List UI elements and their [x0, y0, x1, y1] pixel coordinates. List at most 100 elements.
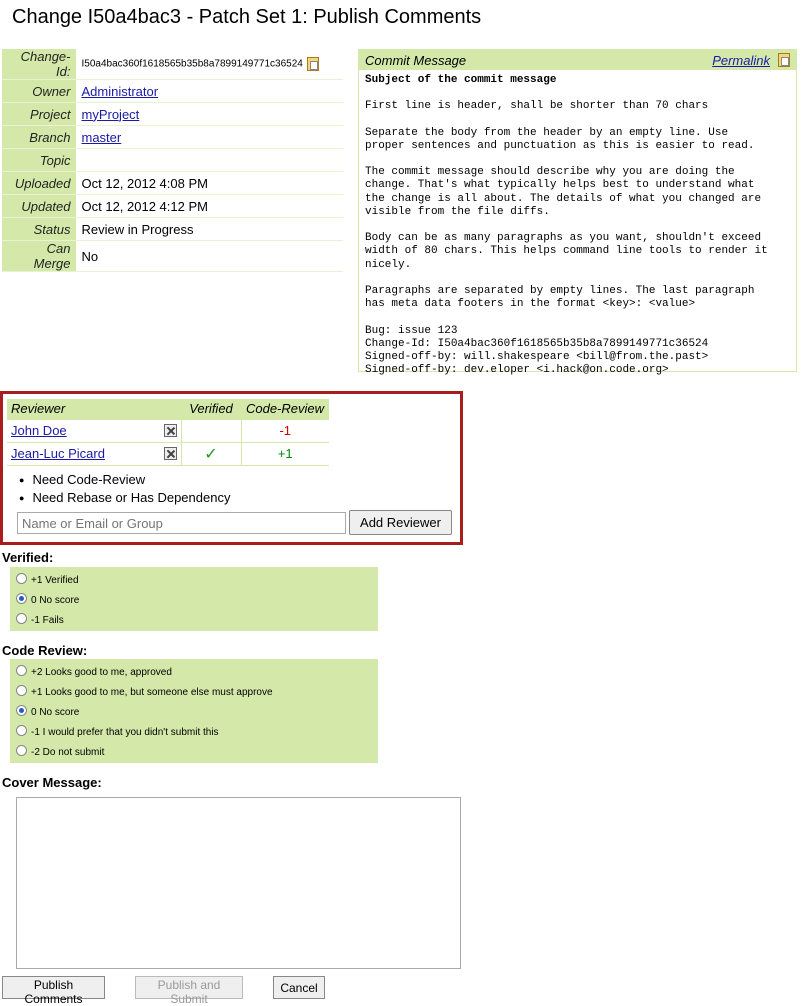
radio-button[interactable] [16, 744, 27, 756]
branch-link[interactable]: master [82, 130, 122, 145]
option-label: -1 I would prefer that you didn't submit… [31, 727, 219, 738]
add-reviewer-button[interactable]: Add Reviewer [349, 510, 452, 535]
verified-label: Verified: [2, 550, 54, 565]
code-review-option[interactable]: +1 Looks good to me, but someone else mu… [16, 683, 372, 703]
info-value: master [74, 125, 343, 149]
code-review-option[interactable]: 0 No score [16, 703, 372, 723]
info-label: Topic [2, 148, 75, 172]
radio-button[interactable] [16, 612, 27, 624]
cover-message-label: Cover Message: [2, 775, 102, 790]
commit-message-panel: Commit Message Permalink Subject of the … [358, 49, 797, 376]
info-row-change-id: Change-Id: I50a4bac360f1618565b35b8a7899… [2, 49, 343, 80]
reviewer-table: Reviewer Verified Code-Review John Doe -… [7, 399, 329, 466]
radio-button[interactable] [16, 664, 27, 676]
option-label: +2 Looks good to me, approved [31, 667, 172, 678]
reviewer-panel: Reviewer Verified Code-Review John Doe -… [0, 391, 463, 545]
col-header-code-review: Code-Review [241, 399, 329, 419]
radio-button[interactable] [16, 684, 27, 696]
reviewer-link[interactable]: John Doe [11, 423, 67, 438]
commit-message-title: Commit Message [365, 52, 467, 68]
change-id-value: I50a4bac360f1618565b35b8a7899149771c3652… [81, 58, 303, 70]
commit-subject: Subject of the commit message [365, 74, 557, 86]
check-icon: ✓ [180, 441, 241, 466]
info-value: I50a4bac360f1618565b35b8a7899149771c3652… [74, 49, 343, 80]
commit-message-header: Commit Message Permalink [359, 50, 796, 70]
need-item: Need Rebase or Has Dependency [19, 489, 230, 507]
info-value: Oct 12, 2012 4:12 PM [74, 194, 343, 218]
info-row-status: Status Review in Progress [2, 217, 343, 241]
reviewer-table-header: Reviewer Verified Code-Review [7, 399, 329, 419]
info-row-project: Project myProject [2, 102, 343, 126]
verified-option[interactable]: +1 Verified [16, 571, 372, 591]
option-label: 0 No score [31, 707, 80, 718]
code-review-options: +2 Looks good to me, approved +1 Looks g… [10, 659, 378, 763]
info-label: Branch [2, 125, 75, 149]
commit-message-body: Subject of the commit message First line … [359, 70, 796, 381]
info-row-can-merge: Can Merge No [2, 240, 343, 272]
info-label: Change-Id: [2, 49, 75, 80]
info-row-topic: Topic [2, 148, 343, 172]
info-label: Uploaded [2, 171, 75, 195]
info-label: Owner [2, 79, 75, 103]
verified-option[interactable]: 0 No score [16, 591, 372, 611]
reviewer-cell: John Doe [7, 418, 181, 443]
owner-link[interactable]: Administrator [82, 84, 159, 99]
info-label: Can Merge [2, 240, 75, 272]
option-label: -2 Do not submit [31, 747, 105, 758]
need-item: Need Code-Review [19, 471, 230, 489]
radio-button-selected[interactable] [16, 592, 27, 604]
verified-options: +1 Verified 0 No score -1 Fails [10, 567, 378, 631]
cover-message-textarea[interactable] [16, 797, 461, 969]
col-header-reviewer: Reviewer [7, 399, 181, 419]
option-label: 0 No score [31, 595, 80, 606]
project-link[interactable]: myProject [82, 107, 140, 122]
change-info-table: Change-Id: I50a4bac360f1618565b35b8a7899… [2, 49, 343, 272]
info-value: Administrator [74, 79, 343, 103]
reviewer-link[interactable]: Jean-Luc Picard [11, 446, 105, 461]
info-row-branch: Branch master [2, 125, 343, 149]
info-row-uploaded: Uploaded Oct 12, 2012 4:08 PM [2, 171, 343, 195]
needs-list: Need Code-Review Need Rebase or Has Depe… [19, 471, 230, 507]
radio-button-selected[interactable] [16, 704, 27, 716]
code-review-option[interactable]: +2 Looks good to me, approved [16, 663, 372, 683]
commit-header-actions: Permalink [712, 53, 790, 68]
code-review-label: Code Review: [2, 643, 88, 658]
permalink-link[interactable]: Permalink [712, 53, 770, 68]
reviewer-row: John Doe -1 [7, 418, 329, 443]
option-label: +1 Looks good to me, but someone else mu… [31, 687, 273, 698]
radio-button[interactable] [16, 724, 27, 736]
col-header-verified: Verified [181, 399, 241, 419]
option-label: +1 Verified [31, 575, 79, 586]
info-value [74, 148, 343, 172]
info-value: Review in Progress [74, 217, 343, 241]
copy-icon[interactable] [306, 57, 319, 71]
publish-and-submit-button[interactable]: Publish and Submit [135, 976, 243, 1006]
remove-reviewer-icon[interactable] [163, 447, 177, 460]
commit-subject-gap [365, 87, 790, 100]
code-review-option[interactable]: -1 I would prefer that you didn't submit… [16, 723, 372, 743]
info-label: Updated [2, 194, 75, 218]
publish-comments-button[interactable]: Publish Comments [2, 976, 105, 1006]
remove-reviewer-icon[interactable] [163, 424, 177, 437]
commit-text: First line is header, shall be shorter t… [365, 100, 768, 377]
info-row-updated: Updated Oct 12, 2012 4:12 PM [2, 194, 343, 218]
info-label: Status [2, 217, 75, 241]
verified-cell [180, 418, 241, 443]
cancel-button[interactable]: Cancel [273, 976, 325, 999]
info-value: Oct 12, 2012 4:08 PM [74, 171, 343, 195]
reviewer-cell: Jean-Luc Picard [7, 441, 181, 466]
info-row-owner: Owner Administrator [2, 79, 343, 103]
info-label: Project [2, 102, 75, 126]
code-review-cell: -1 [240, 418, 329, 443]
page-title: Change I50a4bac3 - Patch Set 1: Publish … [12, 6, 482, 28]
code-review-option[interactable]: -2 Do not submit [16, 743, 372, 763]
radio-button[interactable] [16, 572, 27, 584]
option-label: -1 Fails [31, 615, 64, 626]
verified-option[interactable]: -1 Fails [16, 611, 372, 631]
code-review-cell: +1 [240, 441, 329, 466]
info-value: No [74, 240, 343, 272]
copy-icon[interactable] [778, 53, 790, 67]
info-value: myProject [74, 102, 343, 126]
reviewer-search-input[interactable] [17, 512, 346, 534]
reviewer-row: Jean-Luc Picard ✓ +1 [7, 441, 329, 466]
